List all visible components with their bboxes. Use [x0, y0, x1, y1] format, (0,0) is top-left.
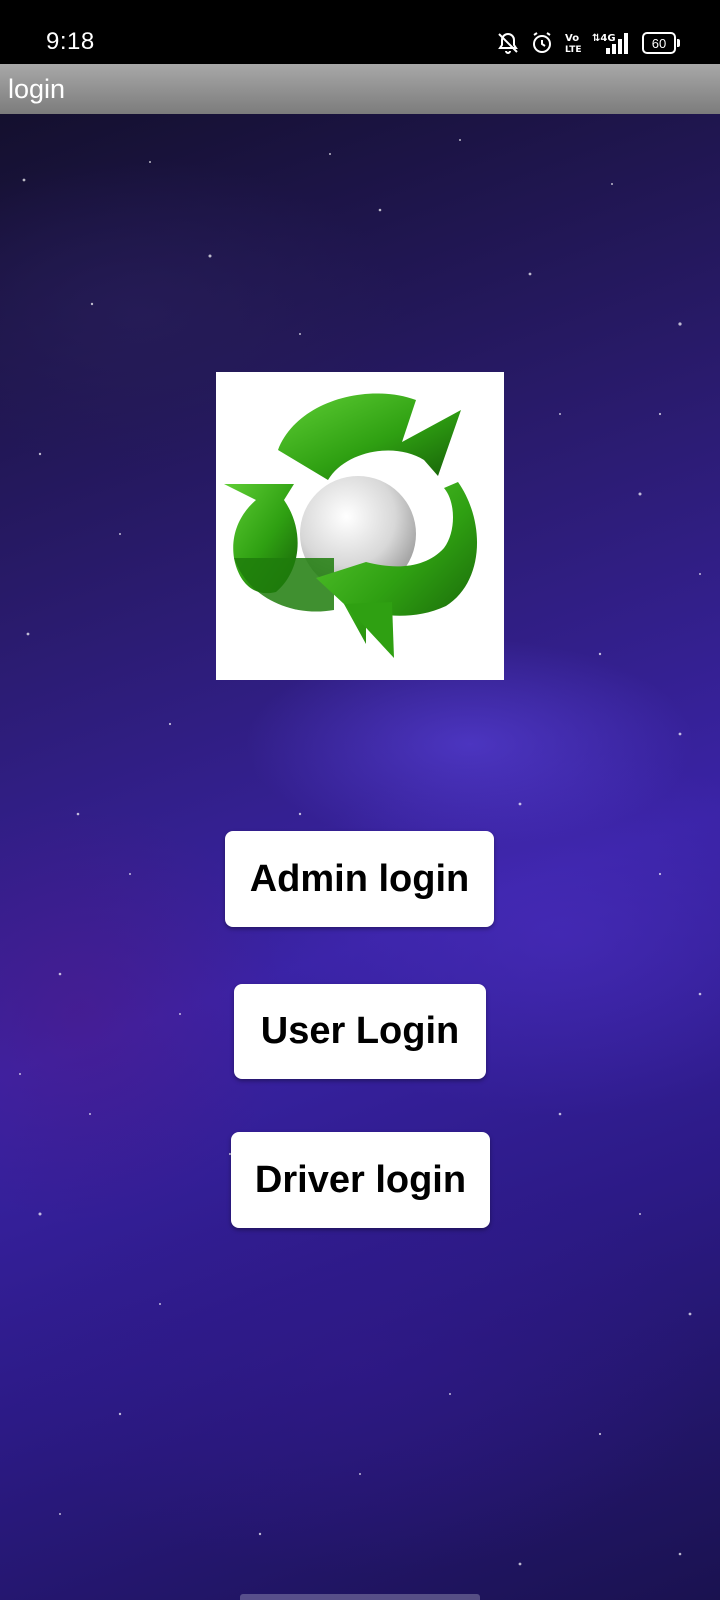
alarm-icon — [530, 31, 554, 55]
battery-level: 60 — [651, 35, 667, 51]
svg-text:Vo: Vo — [565, 33, 579, 44]
volte-icon: Vo LTE — [564, 31, 582, 55]
status-time: 9:18 — [46, 28, 95, 55]
status-bar: 9:18 Vo LTE ⇅4G 60 — [0, 0, 720, 64]
app-bar: login — [0, 64, 720, 114]
status-icons: Vo LTE ⇅4G 60 — [496, 28, 680, 58]
user-login-button[interactable]: User Login — [234, 984, 486, 1079]
login-screen: 9:18 Vo LTE ⇅4G 60 login Admin login Use… — [0, 0, 720, 1600]
svg-text:LTE: LTE — [565, 45, 582, 55]
background-image: Admin login User Login Driver login — [0, 114, 720, 1600]
recycle-icon — [224, 393, 478, 658]
admin-login-button[interactable]: Admin login — [225, 831, 494, 927]
app-title: login — [8, 74, 66, 104]
battery-icon: 60 — [642, 32, 680, 54]
svg-text:⇅4G: ⇅4G — [592, 33, 616, 44]
recycle-logo — [216, 372, 504, 680]
notifications-off-icon — [496, 31, 520, 55]
signal-4g-icon: ⇅4G — [592, 30, 632, 56]
home-indicator[interactable] — [240, 1594, 480, 1600]
driver-login-button[interactable]: Driver login — [231, 1132, 490, 1228]
